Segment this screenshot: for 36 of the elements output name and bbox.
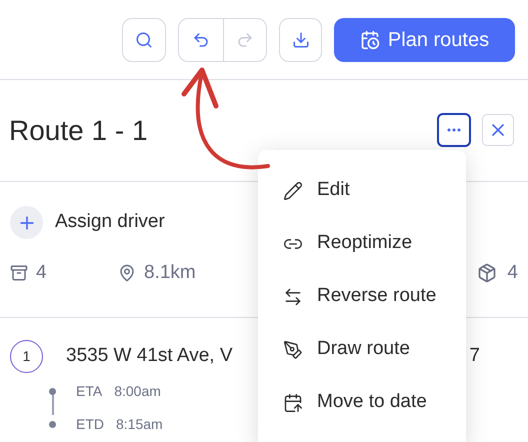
map-pin-icon	[118, 264, 136, 282]
calendar-arrow-icon	[283, 392, 303, 412]
plan-routes-button[interactable]: Plan routes	[334, 18, 515, 62]
redo-icon	[236, 30, 254, 48]
packages-count: 4	[507, 261, 518, 285]
more-button[interactable]	[437, 112, 471, 146]
download-button[interactable]	[279, 18, 322, 62]
stop-column-2: 7	[469, 342, 480, 371]
time-value: 8:15am	[116, 415, 163, 434]
download-icon	[292, 30, 310, 48]
pen-icon	[283, 340, 303, 360]
stop-number: 1	[10, 340, 43, 373]
time-label: ETA	[76, 382, 102, 401]
search-icon	[135, 30, 153, 48]
menu-item[interactable]: Reverse route	[283, 270, 466, 323]
stops-count: 4	[36, 261, 48, 285]
add-driver-button[interactable]	[10, 206, 43, 239]
assign-driver-label[interactable]: Assign driver	[55, 208, 165, 237]
package-icon	[477, 263, 498, 284]
time-value: 8:00am	[114, 382, 161, 401]
calendar-clock-icon	[360, 30, 380, 50]
time-label: ETD	[76, 415, 104, 434]
search-button[interactable]	[122, 18, 166, 62]
menu-item[interactable]: Draw route	[283, 323, 466, 376]
swap-arrows-icon	[283, 286, 303, 306]
menu-item[interactable]: Reoptimize	[283, 217, 466, 270]
undo-icon	[192, 30, 210, 48]
close-button[interactable]	[482, 114, 514, 146]
route-title: Route 1 - 1	[9, 114, 148, 148]
menu-item[interactable]: Edit	[283, 164, 466, 217]
box-icon	[10, 264, 28, 282]
more-icon	[447, 128, 461, 132]
distance: 8.1km	[144, 261, 196, 285]
pencil-icon	[283, 180, 303, 200]
menu-item[interactable]: Move to date	[283, 376, 466, 429]
stop-address: 3535 W 41st Ave, V	[66, 344, 233, 368]
